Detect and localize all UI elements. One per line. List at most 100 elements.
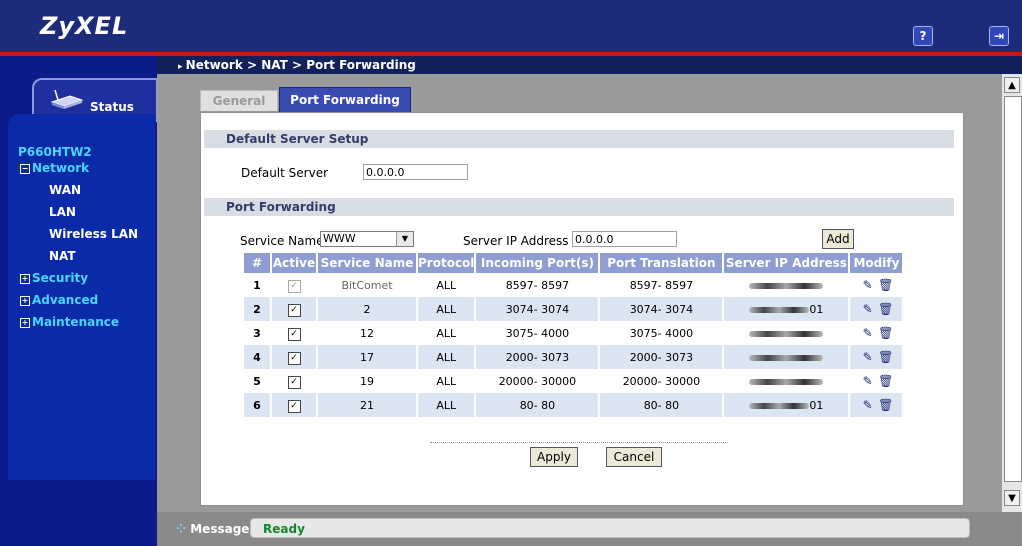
edit-icon[interactable]: ✎: [861, 398, 875, 412]
modify-cell: ✎ 🗑: [850, 393, 903, 417]
column-header-modify: Modify: [850, 253, 903, 273]
edit-icon[interactable]: ✎: [861, 302, 875, 316]
expand-icon[interactable]: +: [20, 274, 30, 284]
service-name-select[interactable]: WWW ▼: [320, 231, 414, 247]
active-cell: ✓: [272, 369, 316, 393]
add-button[interactable]: Add: [822, 229, 854, 249]
tab-port-forwarding[interactable]: Port Forwarding: [279, 87, 411, 113]
sidebar: Status P660HTW2 − Network WAN LAN Wireles…: [0, 56, 158, 546]
active-cell: ✓: [272, 273, 316, 297]
active-checkbox[interactable]: ✓: [287, 351, 301, 365]
table-row: 3 ✓ 12 ALL 3075- 4000 3075- 4000 ✎ 🗑: [244, 321, 903, 345]
table-row: 6 ✓ 21 ALL 80- 80 80- 80 01 ✎ 🗑: [244, 393, 903, 417]
apply-button[interactable]: Apply: [530, 447, 578, 467]
active-checkbox[interactable]: ✓: [287, 279, 301, 293]
edit-icon[interactable]: ✎: [861, 374, 875, 388]
sidebar-item-maintenance[interactable]: + Maintenance: [20, 315, 119, 329]
sidebar-item-nat[interactable]: NAT: [49, 249, 76, 263]
scroll-thumb[interactable]: [1004, 96, 1022, 482]
device-model: P660HTW2: [18, 145, 92, 159]
trash-icon[interactable]: 🗑: [878, 302, 893, 316]
default-server-input[interactable]: 0.0.0.0: [363, 164, 468, 180]
port-translation-cell: 2000- 3073: [600, 345, 723, 369]
sidebar-item-advanced[interactable]: + Advanced: [20, 293, 98, 307]
server-ip-text: 01: [809, 302, 824, 316]
status-tab-label[interactable]: Status: [90, 100, 134, 114]
incoming-ports-cell: 8597- 8597: [476, 273, 599, 297]
sidebar-item-lan[interactable]: LAN: [49, 205, 76, 219]
incoming-ports-cell: 3075- 4000: [476, 321, 599, 345]
sidebar-item-wireless-lan[interactable]: Wireless LAN: [49, 227, 138, 241]
port-translation-cell: 3074- 3074: [600, 297, 723, 321]
chevron-down-icon[interactable]: ▼: [396, 232, 413, 246]
modify-cell: ✎ 🗑: [850, 273, 903, 297]
redacted-ip: [749, 402, 810, 409]
sidebar-item-label: Security: [32, 271, 89, 285]
port-forwarding-table: # Active Service Name Protocol Incoming …: [242, 253, 904, 417]
trash-icon[interactable]: 🗑: [878, 278, 893, 292]
active-checkbox[interactable]: ✓: [287, 303, 301, 317]
row-number: 1: [244, 273, 270, 297]
trash-icon[interactable]: 🗑: [878, 374, 893, 388]
scroll-up-icon[interactable]: ▲: [1004, 77, 1020, 93]
tab-general[interactable]: General: [200, 90, 278, 111]
protocol-cell: ALL: [418, 345, 475, 369]
active-cell: ✓: [272, 345, 316, 369]
trash-icon[interactable]: 🗑: [878, 398, 893, 412]
divider: [430, 442, 728, 443]
collapse-icon[interactable]: −: [20, 164, 30, 174]
table-row: 2 ✓ 2 ALL 3074- 3074 3074- 3074 01 ✎ 🗑: [244, 297, 903, 321]
sidebar-item-security[interactable]: + Security: [20, 271, 88, 285]
incoming-ports-cell: 20000- 30000: [476, 369, 599, 393]
row-number: 2: [244, 297, 270, 321]
expand-icon[interactable]: +: [20, 296, 30, 306]
protocol-cell: ALL: [418, 321, 475, 345]
service-name-value: WWW: [323, 232, 356, 245]
active-cell: ✓: [272, 393, 316, 417]
trash-icon[interactable]: 🗑: [878, 350, 893, 364]
column-header-service-name: Service Name: [318, 253, 416, 273]
sidebar-item-wan[interactable]: WAN: [49, 183, 81, 197]
question-icon[interactable]: ?: [913, 26, 933, 46]
modify-cell: ✎ 🗑: [850, 321, 903, 345]
modify-cell: ✎ 🗑: [850, 345, 903, 369]
cancel-button[interactable]: Cancel: [606, 447, 662, 467]
edit-icon[interactable]: ✎: [861, 326, 875, 340]
column-header-active: Active: [272, 253, 316, 273]
message-label-text: Message: [190, 522, 250, 536]
scrollbar[interactable]: ▲ ▼: [1002, 74, 1022, 512]
active-checkbox[interactable]: ✓: [287, 375, 301, 389]
active-checkbox[interactable]: ✓: [287, 327, 301, 341]
column-header-number: #: [244, 253, 270, 273]
chevron-right-icon: ▸: [178, 62, 186, 72]
default-server-section-title: Default Server Setup: [204, 130, 954, 148]
edit-icon[interactable]: ✎: [861, 350, 875, 364]
logout-icon[interactable]: ⇥: [989, 26, 1009, 46]
server-ip-cell: 01: [724, 297, 849, 321]
table-row: 1 ✓ BitComet ALL 8597- 8597 8597- 8597 ✎…: [244, 273, 903, 297]
column-header-server-ip: Server IP Address: [724, 253, 849, 273]
active-checkbox[interactable]: ✓: [287, 399, 301, 413]
sidebar-item-label: Maintenance: [32, 315, 120, 329]
service-name-cell: BitComet: [318, 273, 416, 297]
service-name-label: Service Name: [240, 234, 324, 248]
protocol-cell: ALL: [418, 369, 475, 393]
scroll-down-icon[interactable]: ▼: [1004, 490, 1020, 506]
server-ip-input[interactable]: 0.0.0.0: [572, 231, 677, 247]
server-ip-cell: [724, 321, 849, 345]
protocol-cell: ALL: [418, 273, 475, 297]
breadcrumb: ▸ Network > NAT > Port Forwarding: [178, 58, 416, 72]
row-number: 5: [244, 369, 270, 393]
row-number: 4: [244, 345, 270, 369]
edit-icon[interactable]: ✎: [861, 278, 875, 292]
column-header-protocol: Protocol: [418, 253, 475, 273]
table-row: 4 ✓ 17 ALL 2000- 3073 2000- 3073 ✎ 🗑: [244, 345, 903, 369]
grip-icon: ⁘: [176, 522, 191, 536]
column-header-port-translation: Port Translation: [600, 253, 723, 273]
sidebar-item-network[interactable]: − Network: [20, 161, 89, 175]
redacted-ip: [749, 306, 810, 313]
expand-icon[interactable]: +: [20, 318, 30, 328]
active-cell: ✓: [272, 321, 316, 345]
protocol-cell: ALL: [418, 393, 475, 417]
trash-icon[interactable]: 🗑: [878, 326, 893, 340]
